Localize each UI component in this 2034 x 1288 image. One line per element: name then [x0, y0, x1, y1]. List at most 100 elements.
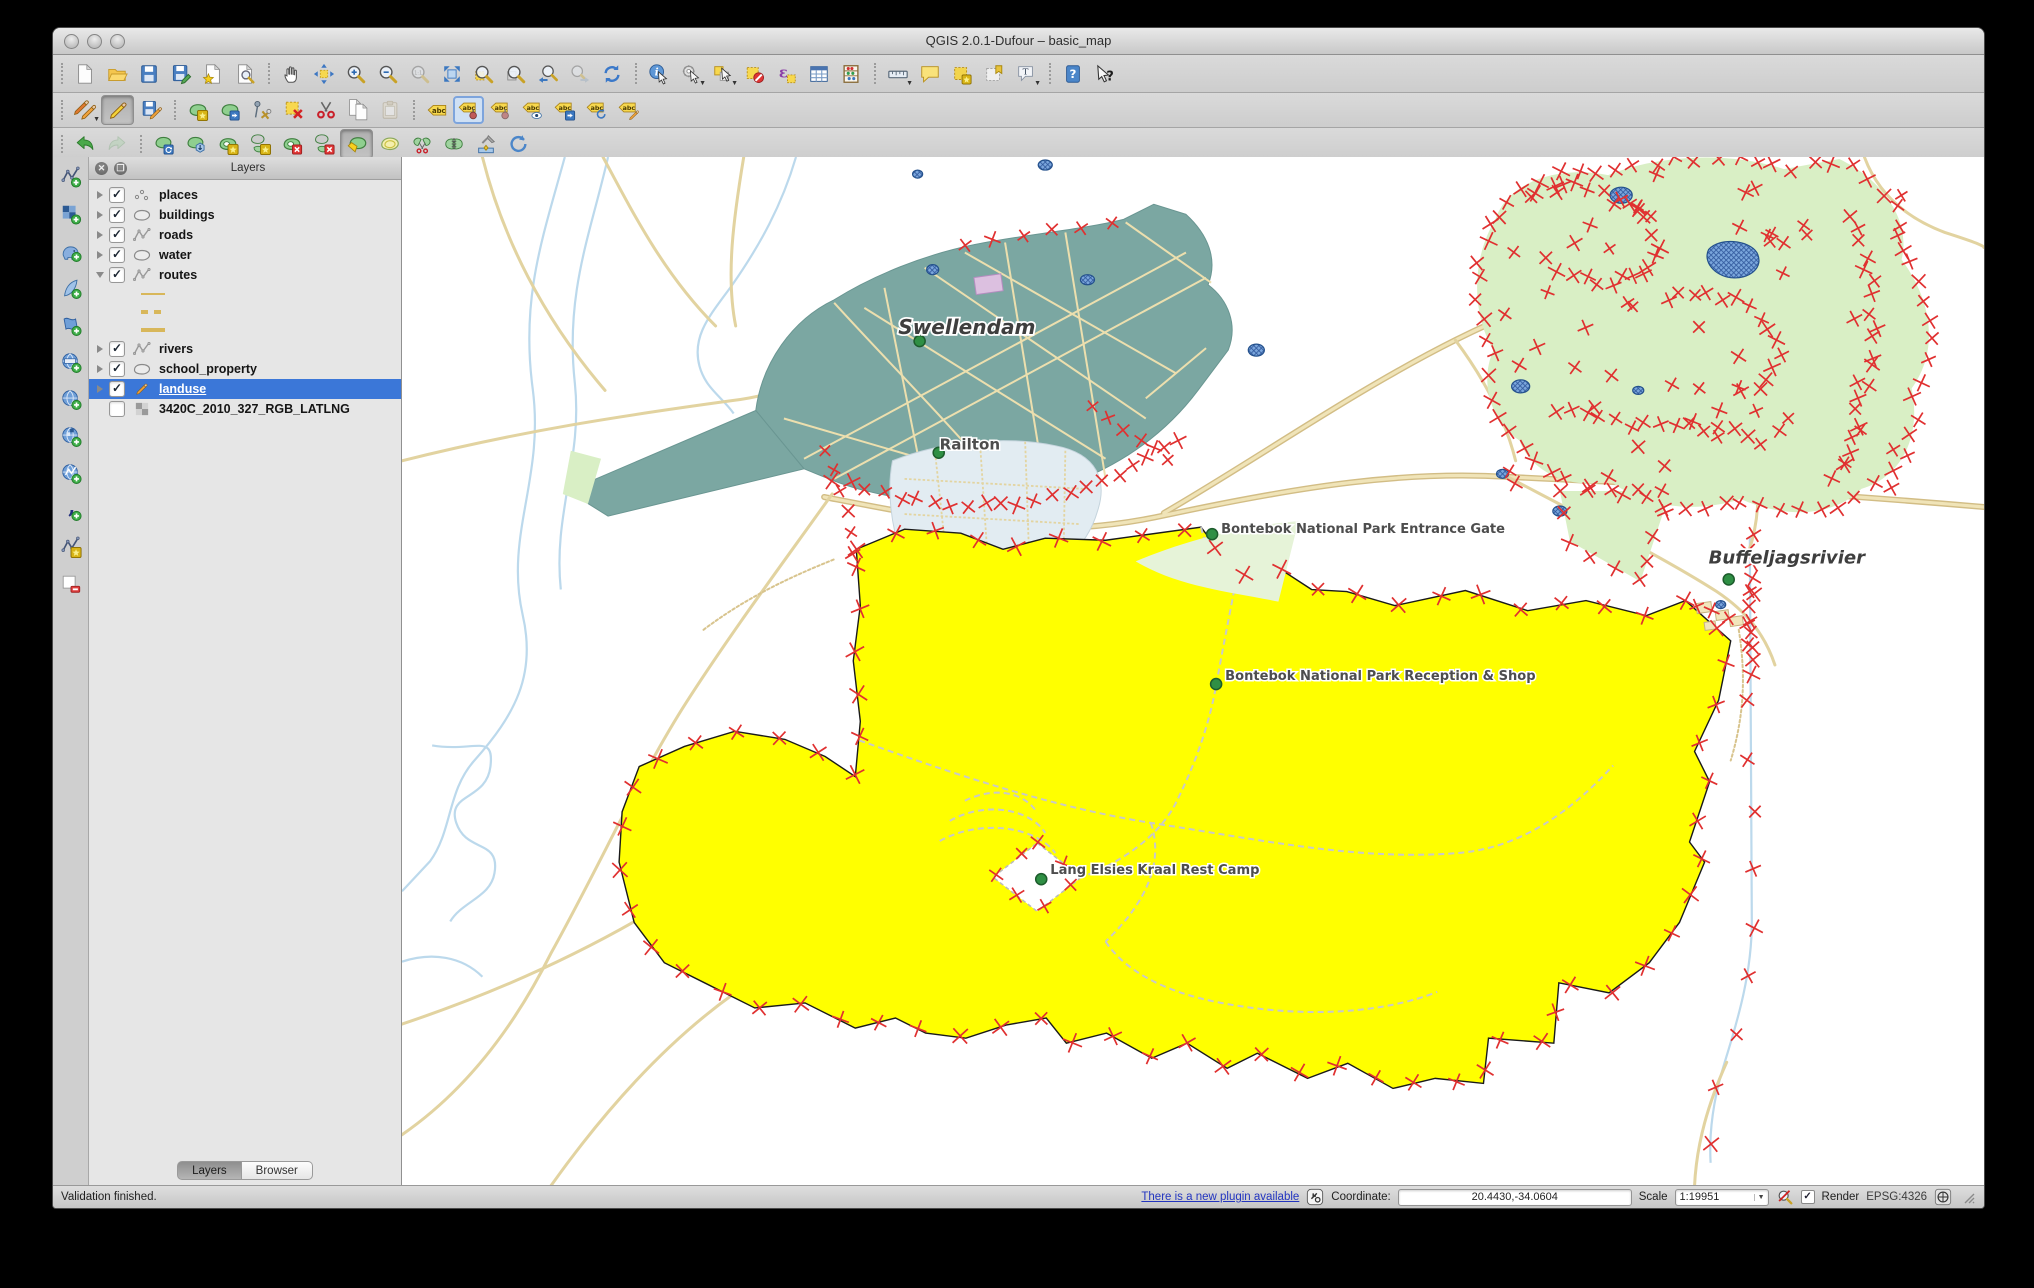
expander-triangle-icon[interactable]	[97, 365, 103, 373]
save-project-button[interactable]	[133, 60, 164, 88]
panel-float-icon[interactable]: ❐	[114, 161, 127, 175]
field-calculator-button[interactable]	[835, 60, 866, 88]
copy-features-button[interactable]	[342, 96, 373, 124]
open-project-button[interactable]	[101, 60, 132, 88]
plugin-available-link[interactable]: There is a new plugin available	[1141, 1191, 1299, 1203]
help-contents-button[interactable]	[1057, 60, 1088, 88]
expander-triangle-icon[interactable]	[97, 211, 103, 219]
remove-layer-button[interactable]	[56, 570, 85, 597]
select-features-button[interactable]: ▼	[707, 60, 738, 88]
crs-projection-icon[interactable]	[1934, 1188, 1952, 1206]
expander-triangle-icon[interactable]	[97, 345, 103, 353]
reshape-features-button[interactable]	[340, 129, 373, 159]
coordinate-input[interactable]: 20.4430,-34.0604	[1397, 1188, 1632, 1206]
rotate-point-symbols-button[interactable]	[502, 130, 533, 158]
split-features-button[interactable]	[406, 130, 437, 158]
change-label-properties-button[interactable]	[613, 96, 644, 124]
identify-features-button[interactable]	[643, 60, 674, 88]
layer-visibility-checkbox[interactable]: ✓	[109, 361, 125, 377]
labeling-button[interactable]	[421, 96, 452, 124]
tab-browser[interactable]: Browser	[241, 1161, 313, 1180]
offset-curve-button[interactable]	[374, 130, 405, 158]
rotate-label-button[interactable]	[581, 96, 612, 124]
select-by-expression-button[interactable]	[771, 60, 802, 88]
merge-attributes-button[interactable]	[470, 130, 501, 158]
layer-visibility-checkbox[interactable]: ✓	[109, 187, 125, 203]
scale-combo[interactable]: 1:19951 ▼	[1674, 1188, 1769, 1206]
render-checkbox[interactable]: ✓	[1800, 1190, 1815, 1204]
layer-visibility-checkbox[interactable]	[109, 401, 125, 417]
layer-row-roads[interactable]: ✓ roads	[89, 225, 401, 245]
expander-triangle-icon[interactable]	[97, 231, 103, 239]
layer-row-school_property[interactable]: ✓ school_property	[89, 359, 401, 379]
add-ring-button[interactable]	[212, 130, 243, 158]
stop-rendering-icon[interactable]	[1776, 1188, 1794, 1206]
layer-visibility-checkbox[interactable]: ✓	[109, 341, 125, 357]
add-vector-layer-button[interactable]	[56, 163, 85, 190]
whats-this-button[interactable]	[1089, 60, 1120, 88]
refresh-button[interactable]	[596, 60, 627, 88]
map-canvas[interactable]: Swellendam Railton Bontebok National Par…	[402, 157, 1984, 1186]
zoom-in-button[interactable]	[340, 60, 371, 88]
add-delimited-text-layer-button[interactable]	[56, 496, 85, 523]
node-tool-button[interactable]	[246, 96, 277, 124]
paste-features-button[interactable]	[374, 96, 405, 124]
save-layer-edits-button[interactable]	[135, 96, 166, 124]
zoom-out-button[interactable]	[372, 60, 403, 88]
panel-close-icon[interactable]: ✕	[95, 161, 108, 175]
layer-row-buildings[interactable]: ✓ buildings	[89, 205, 401, 225]
zoom-to-layer-button[interactable]	[500, 60, 531, 88]
add-wcs-layer-button[interactable]	[56, 422, 85, 449]
zoom-full-button[interactable]	[436, 60, 467, 88]
expander-triangle-icon[interactable]	[97, 385, 103, 393]
layer-visibility-checkbox[interactable]: ✓	[109, 381, 125, 397]
resize-grip[interactable]	[1961, 1190, 1976, 1205]
layer-visibility-checkbox[interactable]: ✓	[109, 207, 125, 223]
run-feature-action-button[interactable]: ▼	[675, 60, 706, 88]
add-spatialite-layer-button[interactable]	[56, 274, 85, 301]
composer-manager-button[interactable]	[229, 60, 260, 88]
expander-triangle-icon[interactable]	[97, 191, 103, 199]
merge-features-button[interactable]	[438, 130, 469, 158]
plugin-icon[interactable]	[1306, 1188, 1324, 1206]
undo-button[interactable]	[69, 130, 100, 158]
current-edits-button[interactable]: ▼	[69, 96, 100, 124]
layer-visibility-checkbox[interactable]: ✓	[109, 247, 125, 263]
add-mssql-layer-button[interactable]	[56, 311, 85, 338]
show-bookmarks-button[interactable]	[978, 60, 1009, 88]
show-hide-labels-button[interactable]	[517, 96, 548, 124]
redo-button[interactable]	[101, 130, 132, 158]
add-raster-layer-button[interactable]	[56, 200, 85, 227]
title-bar[interactable]: QGIS 2.0.1-Dufour – basic_map	[53, 28, 1984, 55]
chevron-down-icon[interactable]: ▼	[1753, 1193, 1768, 1201]
expander-triangle-icon[interactable]	[97, 405, 103, 413]
zoom-last-button[interactable]	[532, 60, 563, 88]
pan-to-selection-button[interactable]	[308, 60, 339, 88]
simplify-feature-button[interactable]	[180, 130, 211, 158]
rotate-feature-button[interactable]	[148, 130, 179, 158]
layer-row-places[interactable]: ✓ places	[89, 185, 401, 205]
toggle-editing-button[interactable]	[101, 95, 134, 125]
zoom-next-button[interactable]	[564, 60, 595, 88]
open-attribute-table-button[interactable]	[803, 60, 834, 88]
zoom-native-button[interactable]	[404, 60, 435, 88]
map-tips-button[interactable]	[914, 60, 945, 88]
layer-visibility-checkbox[interactable]: ✓	[109, 227, 125, 243]
layer-visibility-checkbox[interactable]: ✓	[109, 267, 125, 283]
delete-part-button[interactable]	[308, 130, 339, 158]
zoom-to-selection-button[interactable]	[468, 60, 499, 88]
add-wfs-layer-button[interactable]	[56, 459, 85, 486]
deselect-features-button[interactable]	[739, 60, 770, 88]
new-composer-button[interactable]	[197, 60, 228, 88]
text-annotation-button[interactable]: ▼	[1010, 60, 1041, 88]
expander-triangle-icon[interactable]	[96, 272, 104, 278]
pan-button[interactable]	[276, 60, 307, 88]
add-feature-button[interactable]	[182, 96, 213, 124]
delete-ring-button[interactable]	[276, 130, 307, 158]
measure-button[interactable]: ▼	[882, 60, 913, 88]
layer-row-landuse[interactable]: ✓ landuse	[89, 379, 401, 399]
layer-row-rivers[interactable]: ✓ rivers	[89, 339, 401, 359]
add-part-button[interactable]	[244, 130, 275, 158]
add-postgis-layer-button[interactable]	[56, 237, 85, 264]
expander-triangle-icon[interactable]	[97, 251, 103, 259]
